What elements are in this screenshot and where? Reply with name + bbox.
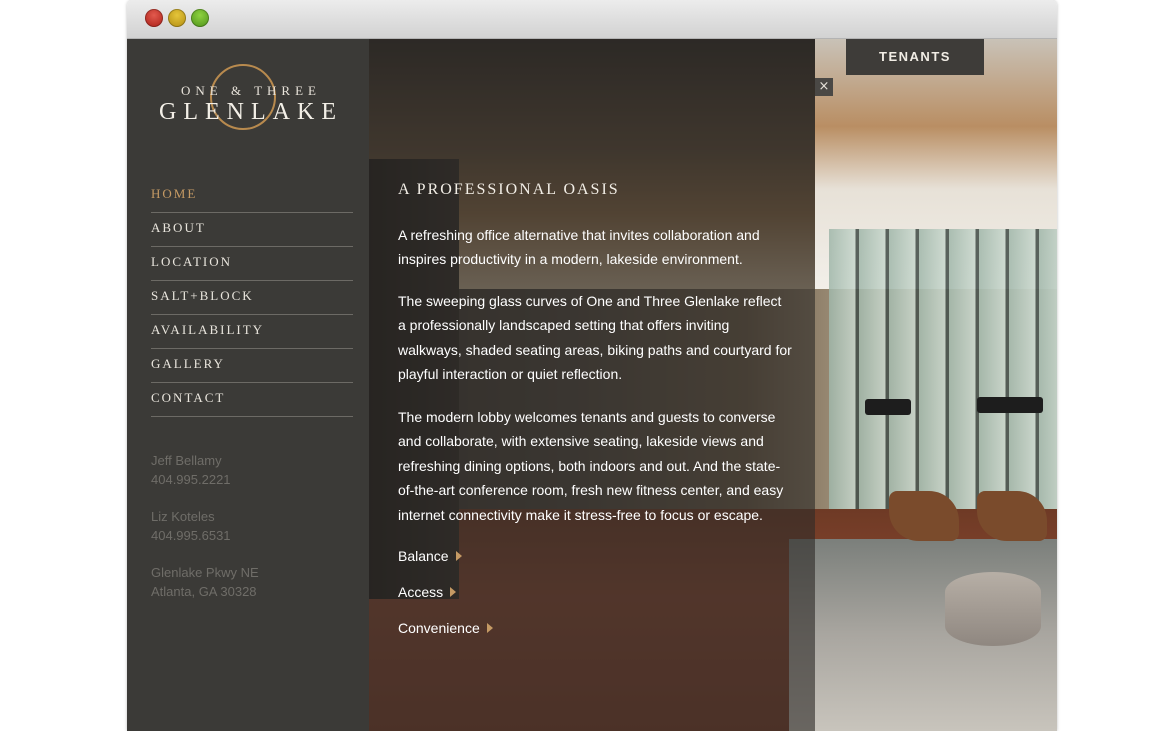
window-titlebar [127,0,1057,39]
panel-paragraph: A refreshing office alternative that inv… [398,227,760,268]
photo-chair [977,491,1047,541]
contact-person: Liz Koteles 404.995.6531 [151,507,259,545]
access-link[interactable]: Access [398,584,457,600]
logo-top-line: ONE & THREE [181,83,321,98]
arrow-right-icon [486,623,493,633]
nav-item-home[interactable]: HOME [151,179,353,213]
nav-item-gallery[interactable]: GALLERY [151,349,353,383]
minimize-window-button[interactable] [168,9,186,27]
arrow-right-icon [450,587,457,597]
main-nav: HOME ABOUT LOCATION SALT+BLOCK AVAILABIL… [151,179,353,417]
panel-paragraph: The modern lobby welcomes tenants and gu… [398,409,784,523]
contact-phone[interactable]: 404.995.2221 [151,470,259,489]
zoom-window-button[interactable] [191,9,209,27]
close-window-button[interactable] [145,9,163,27]
contact-person: Jeff Bellamy 404.995.2221 [151,451,259,489]
page-content: ONE & THREE GLENLAKE HOME ABOUT LOCATION… [127,39,1057,731]
panel-paragraph: The sweeping glass curves of One and Thr… [398,293,792,383]
nav-item-location[interactable]: LOCATION [151,247,353,281]
nav-item-availability[interactable]: AVAILABILITY [151,315,353,349]
browser-window: ONE & THREE GLENLAKE HOME ABOUT LOCATION… [127,0,1057,731]
logo-main-text: GLENLAKE [159,99,343,125]
contact-phone[interactable]: 404.995.6531 [151,526,259,545]
address-line: Atlanta, GA 30328 [151,584,257,599]
tenants-button[interactable]: TENANTS [846,39,984,75]
address: Glenlake Pkwy NE Atlanta, GA 30328 [151,563,259,601]
convenience-link[interactable]: Convenience [398,620,493,636]
photo-lamp [977,397,1043,413]
link-label: Balance [398,548,449,564]
photo-ottoman [945,572,1041,646]
contact-info: Jeff Bellamy 404.995.2221 Liz Koteles 40… [151,451,259,619]
glenlake-logo[interactable]: ONE & THREE GLENLAKE [151,61,351,141]
address-line: Glenlake Pkwy NE [151,565,259,580]
close-icon[interactable]: × [815,78,833,96]
contact-name: Liz Koteles [151,509,215,524]
panel-title: A PROFESSIONAL OASIS [398,181,620,198]
photo-chair [889,491,959,541]
sidebar: ONE & THREE GLENLAKE HOME ABOUT LOCATION… [127,39,369,731]
nav-item-contact[interactable]: CONTACT [151,383,353,417]
intro-panel: A PROFESSIONAL OASIS A refreshing office… [369,39,815,731]
contact-name: Jeff Bellamy [151,453,222,468]
arrow-right-icon [455,551,462,561]
link-label: Access [398,584,444,600]
nav-item-about[interactable]: ABOUT [151,213,353,247]
link-label: Convenience [398,620,480,636]
photo-lamp [865,399,911,415]
balance-link[interactable]: Balance [398,548,462,564]
nav-item-salt-block[interactable]: SALT+BLOCK [151,281,353,315]
